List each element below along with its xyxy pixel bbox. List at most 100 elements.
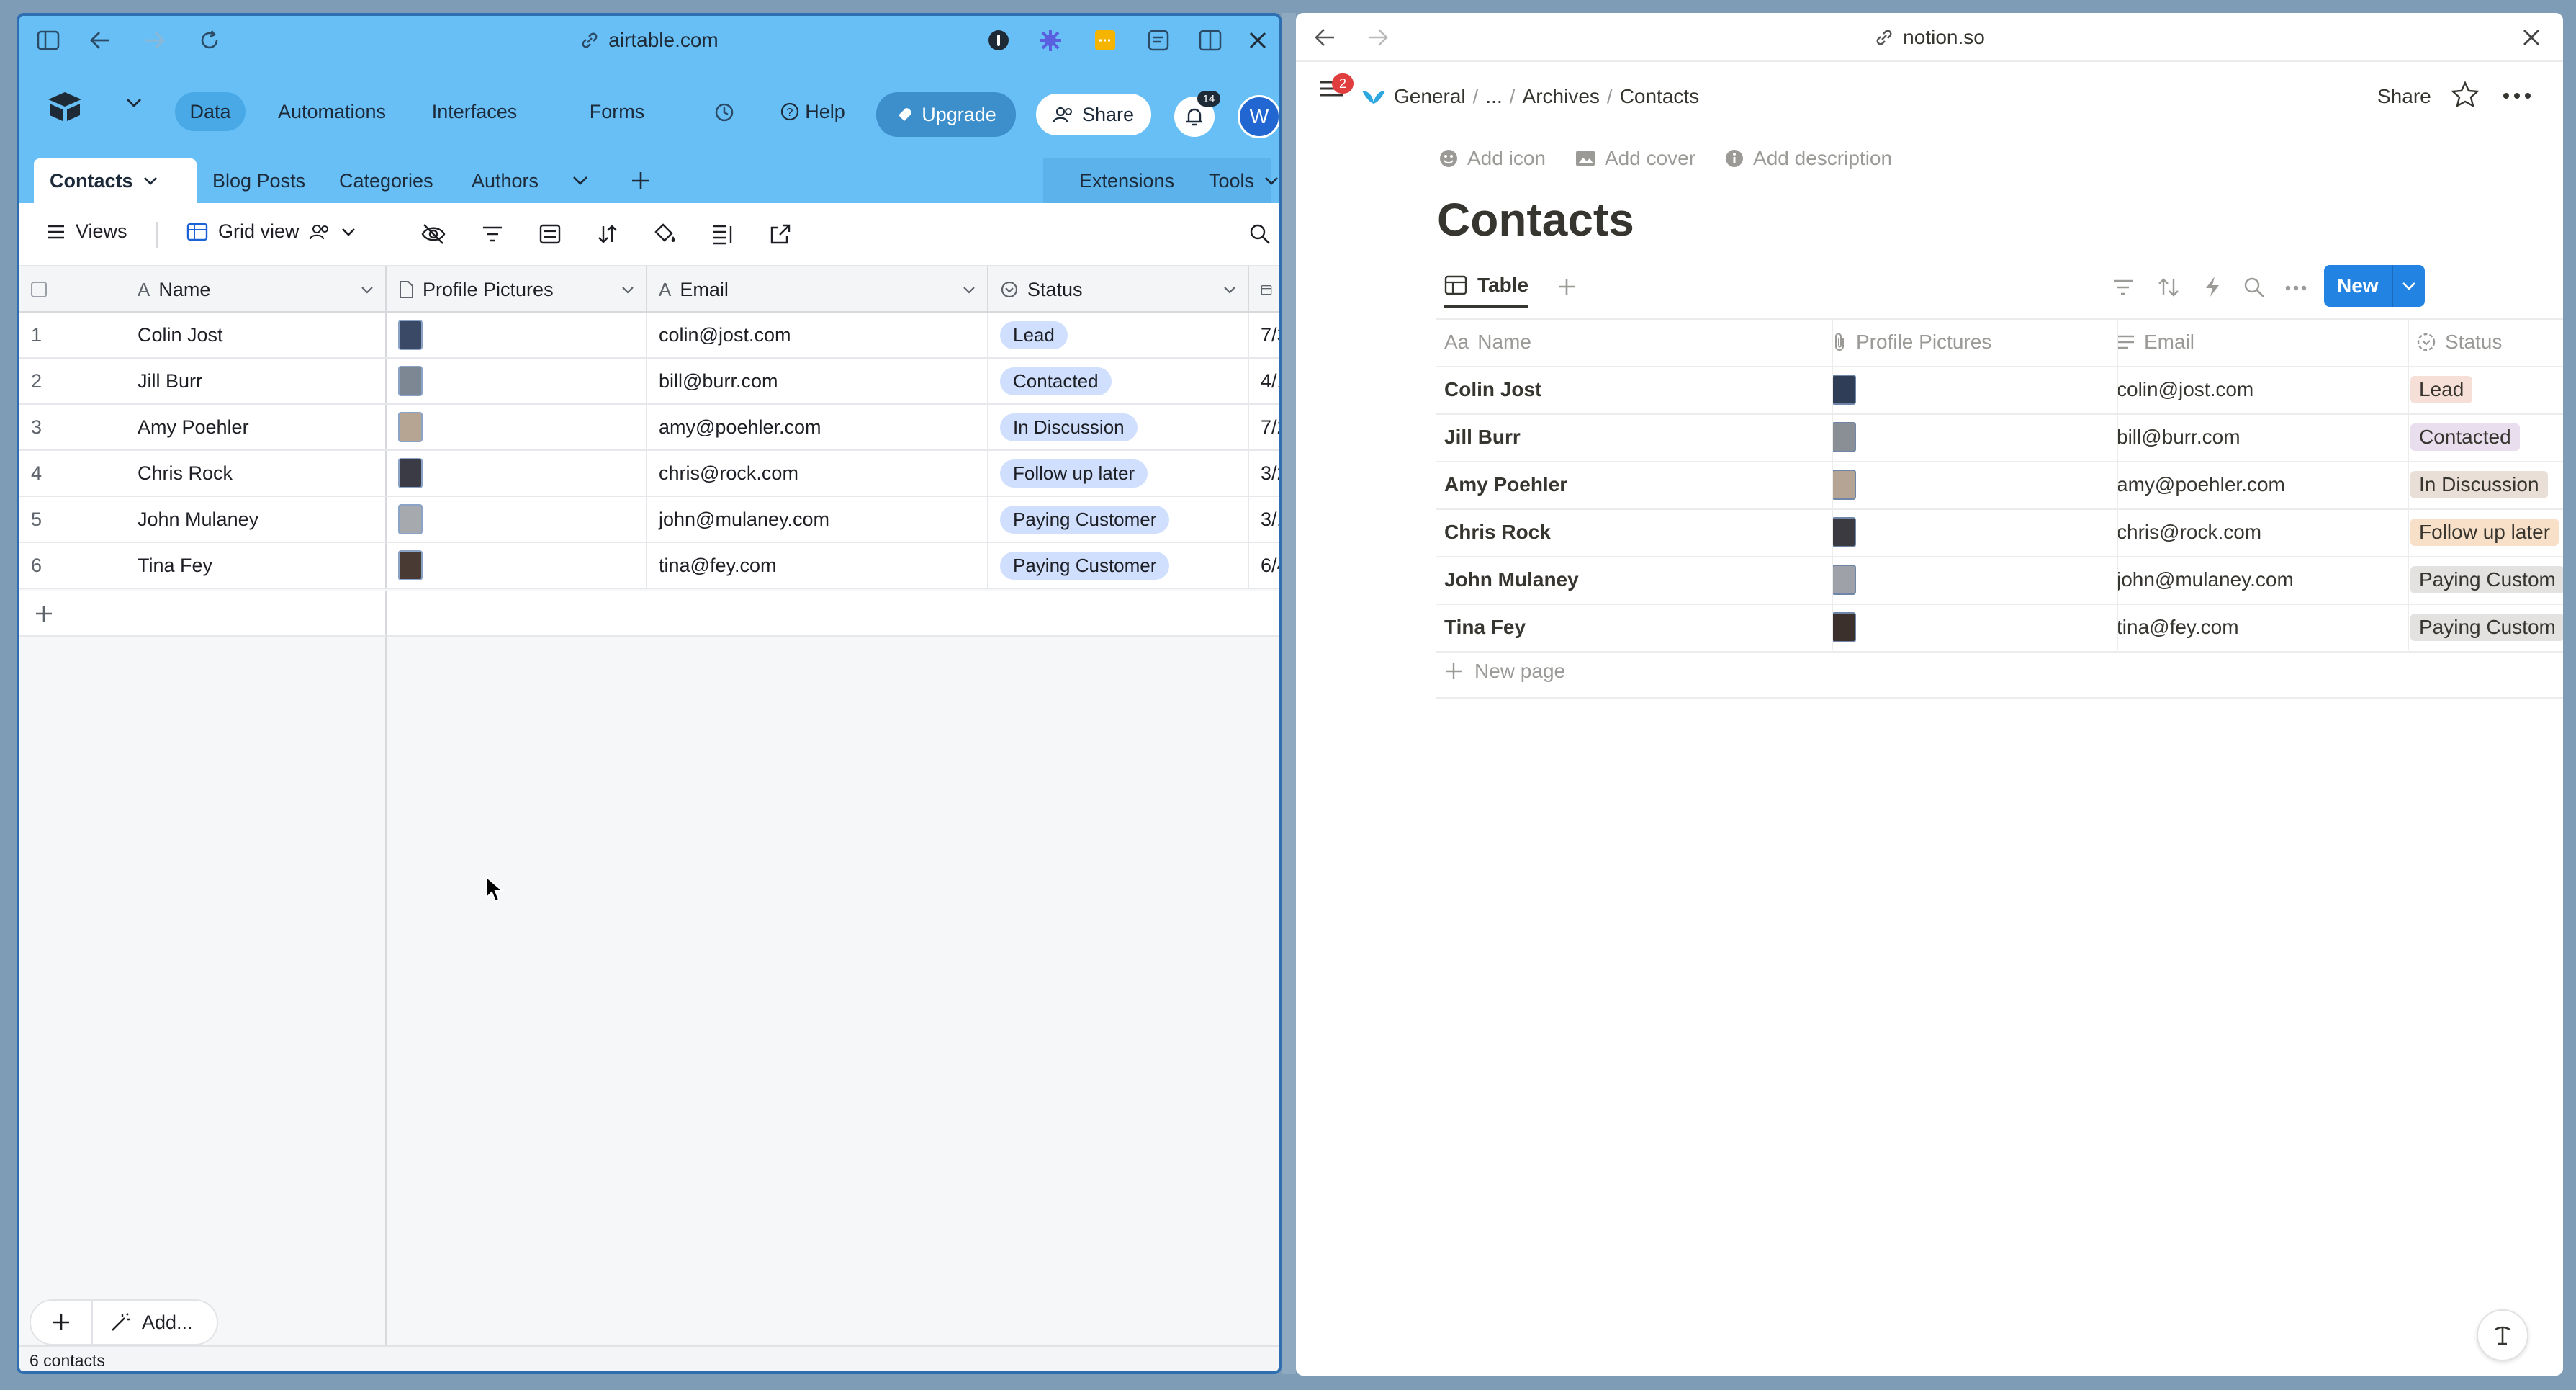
tab-contacts[interactable]: Contacts <box>34 158 197 203</box>
cell-date[interactable]: 6/4/2 <box>1249 543 1279 588</box>
share-button[interactable]: Share <box>1036 94 1151 135</box>
cell-profile-picture[interactable] <box>1832 366 1856 413</box>
profile-photo[interactable] <box>398 504 423 534</box>
cell-name[interactable]: Amy Poehler <box>126 405 387 449</box>
cell-name[interactable]: John Mulaney <box>1444 556 1579 604</box>
cell-name[interactable]: Chris Rock <box>126 451 387 496</box>
profile-photo[interactable] <box>398 458 423 488</box>
search-icon[interactable] <box>1249 223 1271 245</box>
profile-photo[interactable] <box>398 320 423 350</box>
cell-date[interactable]: 7/3/2 <box>1249 313 1279 357</box>
column-header-email[interactable]: Email <box>2117 318 2194 366</box>
profile-photo[interactable] <box>398 366 423 396</box>
more-options-icon[interactable] <box>2503 92 2531 99</box>
breadcrumb-general[interactable]: General <box>1394 85 1466 108</box>
table-row[interactable]: 2 Jill Burr bill@burr.com Contacted 4/18/ <box>19 359 1279 405</box>
nav-data[interactable]: Data <box>175 92 246 131</box>
profile-photo[interactable] <box>1832 565 1856 595</box>
add-cover-button[interactable]: Add cover <box>1575 147 1695 170</box>
table-row[interactable]: Amy Poehler amy@poehler.com In Discussion <box>1296 461 2563 508</box>
page-title[interactable]: Contacts <box>1437 193 1634 246</box>
address-bar[interactable]: airtable.com <box>19 16 1279 65</box>
reader-icon[interactable] <box>1144 26 1173 55</box>
extension-note-icon[interactable] <box>1091 26 1120 55</box>
tab-categories[interactable]: Categories <box>323 158 449 203</box>
column-header-status[interactable]: Status <box>988 266 1249 313</box>
profile-photo[interactable] <box>1832 612 1856 642</box>
table-row[interactable]: 5 John Mulaney john@mulaney.com Paying Cust… <box>19 497 1279 543</box>
cell-profile-picture[interactable] <box>387 359 647 403</box>
history-icon[interactable] <box>712 101 735 124</box>
cell-email[interactable]: colin@jost.com <box>2117 366 2253 413</box>
row-height-icon[interactable] <box>712 223 734 245</box>
new-dropdown-button[interactable] <box>2393 282 2425 290</box>
close-icon[interactable] <box>1243 26 1272 55</box>
filter-icon[interactable] <box>482 225 503 243</box>
more-tables-chevron-icon[interactable] <box>572 176 588 186</box>
cell-email[interactable]: john@mulaney.com <box>647 497 988 542</box>
cell-date[interactable]: 3/22/ <box>1249 451 1279 496</box>
cell-status[interactable]: In Discussion <box>988 405 1249 449</box>
help-button[interactable]: ? Help <box>768 92 857 131</box>
cell-profile-picture[interactable] <box>387 543 647 588</box>
upgrade-button[interactable]: Upgrade <box>876 92 1016 137</box>
cell-name[interactable]: Jill Burr <box>126 359 387 403</box>
breadcrumb-archives[interactable]: Archives <box>1523 85 1600 108</box>
profile-photo[interactable] <box>398 550 423 580</box>
cell-status[interactable]: Contacted <box>2410 413 2520 461</box>
cell-date[interactable]: 7/28/ <box>1249 405 1279 449</box>
cell-profile-picture[interactable] <box>387 451 647 496</box>
breadcrumb-contacts[interactable]: Contacts <box>1620 85 1700 108</box>
column-header-name[interactable]: Aa Name <box>1444 318 1531 366</box>
password-manager-icon[interactable] <box>984 26 1013 55</box>
cell-name[interactable]: Jill Burr <box>1444 413 1521 461</box>
cell-status[interactable]: Paying Custom <box>2410 604 2563 651</box>
column-header-profile-pictures[interactable]: Profile Pictures <box>387 266 647 313</box>
split-view-icon[interactable] <box>1196 26 1225 55</box>
new-page-row[interactable]: New page <box>1444 660 1565 683</box>
cell-profile-picture[interactable] <box>1832 556 1856 604</box>
column-header-name[interactable]: A Name <box>126 266 387 313</box>
search-icon[interactable] <box>2243 277 2265 298</box>
cell-name[interactable]: John Mulaney <box>126 497 387 542</box>
add-description-button[interactable]: Add description <box>1724 147 1892 170</box>
favorite-star-icon[interactable] <box>2451 81 2480 108</box>
table-row[interactable]: John Mulaney john@mulaney.com Paying Custo… <box>1296 556 2563 604</box>
sort-icon[interactable] <box>2157 277 2180 298</box>
add-view-plus-icon[interactable] <box>1557 277 1577 297</box>
cell-status[interactable]: In Discussion <box>2410 461 2548 508</box>
horizontal-scrollbar[interactable] <box>19 1371 965 1374</box>
view-more-options-icon[interactable] <box>2285 285 2307 291</box>
cell-status[interactable]: Paying Customer <box>988 497 1249 542</box>
cell-status[interactable]: Lead <box>2410 366 2473 413</box>
cell-status[interactable]: Follow up later <box>988 451 1249 496</box>
close-icon[interactable] <box>2517 23 2546 52</box>
airtable-logo-icon[interactable] <box>47 91 83 122</box>
table-row[interactable]: 6 Tina Fey tina@fey.com Paying Customer 6/4/… <box>19 543 1279 589</box>
cell-name[interactable]: Colin Jost <box>1444 366 1541 413</box>
table-row[interactable]: Chris Rock chris@rock.com Follow up later <box>1296 508 2563 556</box>
nav-automations[interactable]: Automations <box>261 92 402 131</box>
add-extension-button[interactable]: Add... <box>93 1311 193 1334</box>
cell-profile-picture[interactable] <box>387 405 647 449</box>
cell-email[interactable]: tina@fey.com <box>647 543 988 588</box>
cell-email[interactable]: bill@burr.com <box>2117 413 2241 461</box>
view-tab-table[interactable]: Table <box>1444 274 1528 297</box>
cell-status[interactable]: Paying Customer <box>988 543 1249 588</box>
cell-profile-picture[interactable] <box>1832 461 1856 508</box>
cell-status[interactable]: Follow up later <box>2410 508 2559 556</box>
address-bar[interactable]: notion.so <box>1296 13 2563 62</box>
cell-email[interactable]: chris@rock.com <box>2117 508 2261 556</box>
table-row[interactable]: 1 Colin Jost colin@jost.com Lead 7/3/2 <box>19 313 1279 359</box>
tab-authors[interactable]: Authors <box>456 158 554 203</box>
select-all-checkbox[interactable] <box>31 282 47 297</box>
cell-profile-picture[interactable] <box>387 313 647 357</box>
user-avatar[interactable]: W <box>1238 95 1279 138</box>
profile-photo[interactable] <box>1832 422 1856 452</box>
column-header-email[interactable]: A Email <box>647 266 988 313</box>
filter-icon[interactable] <box>2112 278 2134 297</box>
table-row[interactable]: 3 Amy Poehler amy@poehler.com In Discussion… <box>19 405 1279 451</box>
extension-gear-icon[interactable] <box>1036 26 1065 55</box>
cell-date[interactable]: 3/1/2 <box>1249 497 1279 542</box>
cell-email[interactable]: bill@burr.com <box>647 359 988 403</box>
